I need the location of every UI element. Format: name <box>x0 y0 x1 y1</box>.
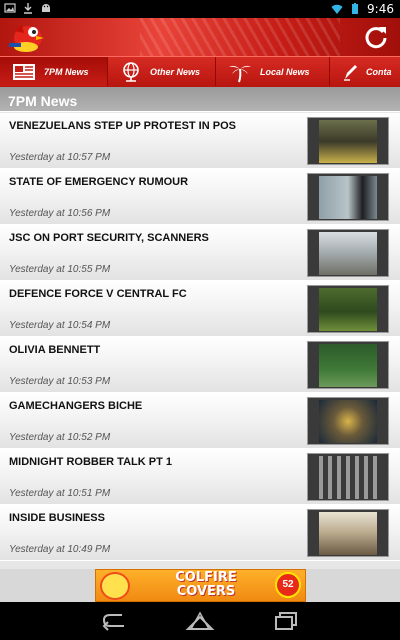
list-item[interactable]: JSC ON PORT SECURITY, SCANNERS Yesterday… <box>0 225 400 281</box>
news-title: STATE OF EMERGENCY RUMOUR <box>9 176 189 188</box>
system-nav-bar <box>0 602 400 640</box>
news-time: Yesterday at 10:55 PM <box>9 264 111 275</box>
news-thumbnail <box>307 453 389 501</box>
tab-label: Local News <box>260 66 310 77</box>
radio-logo <box>100 572 130 600</box>
download-icon <box>24 3 32 14</box>
list-item[interactable]: OLIVIA BENNETT Yesterday at 10:53 PM <box>0 337 400 393</box>
news-thumbnail <box>307 341 389 389</box>
news-time: Yesterday at 10:49 PM <box>9 544 111 555</box>
tab-label: Other News <box>150 66 201 77</box>
status-bar: 9:46 <box>0 0 400 18</box>
list-item[interactable]: STATE OF EMERGENCY RUMOUR Yesterday at 1… <box>0 169 400 225</box>
news-thumbnail <box>307 509 389 557</box>
wifi-icon <box>331 4 343 14</box>
news-title: MIDNIGHT ROBBER TALK PT 1 <box>9 456 172 468</box>
news-list[interactable]: VENEZUELANS STEP UP PROTEST IN POS Yeste… <box>0 113 400 569</box>
news-time: Yesterday at 10:53 PM <box>9 376 111 387</box>
news-title: DEFENCE FORCE V CENTRAL FC <box>9 288 187 300</box>
tv6-logo[interactable] <box>6 21 46 54</box>
news-time: Yesterday at 10:57 PM <box>9 152 111 163</box>
palm-tree-icon <box>228 61 252 83</box>
section-title: 7PM News <box>8 93 78 109</box>
list-item[interactable]: INSIDE BUSINESS Yesterday at 10:49 PM <box>0 505 400 561</box>
news-thumbnail <box>307 117 389 165</box>
list-item[interactable]: GAMECHANGERS BICHE Yesterday at 10:52 PM <box>0 393 400 449</box>
tab-other-news[interactable]: Other News <box>108 57 216 86</box>
ad-text: COLFIRE COVERS <box>175 570 237 599</box>
ad-banner[interactable]: COLFIRE COVERS 52 <box>95 569 306 602</box>
android-icon <box>42 4 50 12</box>
list-item[interactable]: MIDNIGHT ROBBER TALK PT 1 Yesterday at 1… <box>0 449 400 505</box>
tab-7pm-news[interactable]: 7PM News <box>0 57 108 86</box>
image-icon <box>4 3 16 13</box>
section-header: 7PM News <box>0 87 400 112</box>
app-header <box>0 18 400 56</box>
tab-label: 7PM News <box>44 66 89 77</box>
recents-icon[interactable] <box>272 611 302 631</box>
news-title: OLIVIA BENNETT <box>9 344 101 356</box>
news-time: Yesterday at 10:52 PM <box>9 432 111 443</box>
tab-local-news[interactable]: Local News <box>216 57 330 86</box>
app-window: 9:46 7PM News Other News Local News Cont… <box>0 0 400 640</box>
news-thumbnail <box>307 285 389 333</box>
battery-icon <box>352 3 359 14</box>
newspaper-icon <box>12 62 36 82</box>
ad-badge: 52 <box>275 572 301 598</box>
news-time: Yesterday at 10:56 PM <box>9 208 111 219</box>
pen-icon <box>342 63 358 81</box>
list-item[interactable]: VENEZUELANS STEP UP PROTEST IN POS Yeste… <box>0 113 400 169</box>
news-title: GAMECHANGERS BICHE <box>9 400 143 412</box>
news-title: INSIDE BUSINESS <box>9 512 105 524</box>
news-title: JSC ON PORT SECURITY, SCANNERS <box>9 232 209 244</box>
news-thumbnail <box>307 173 389 221</box>
news-thumbnail <box>307 397 389 445</box>
news-time: Yesterday at 10:54 PM <box>9 320 111 331</box>
tab-contact[interactable]: Conta <box>330 57 400 86</box>
home-icon[interactable] <box>185 611 215 631</box>
globe-icon <box>120 61 142 83</box>
refresh-icon[interactable] <box>362 23 390 51</box>
back-icon[interactable] <box>100 611 130 631</box>
tab-label: Conta <box>366 66 392 77</box>
list-item[interactable]: DEFENCE FORCE V CENTRAL FC Yesterday at … <box>0 281 400 337</box>
news-thumbnail <box>307 229 389 277</box>
clock: 9:46 <box>367 2 394 16</box>
news-title: VENEZUELANS STEP UP PROTEST IN POS <box>9 120 236 132</box>
news-time: Yesterday at 10:51 PM <box>9 488 111 499</box>
category-tabs: 7PM News Other News Local News Conta <box>0 56 400 87</box>
